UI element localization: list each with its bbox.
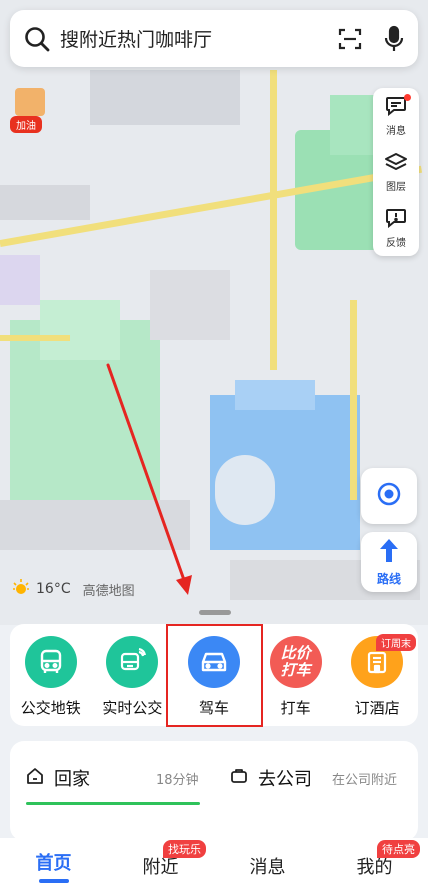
nav-me[interactable]: 待点亮 我的	[321, 838, 428, 893]
tool-label: 消息	[386, 125, 406, 137]
locate-icon	[376, 481, 402, 511]
tool-layers[interactable]: 图层	[373, 144, 419, 200]
quick-item-realtime-bus[interactable]: 实时公交	[92, 624, 174, 726]
commute-work[interactable]: 去公司 在公司附近	[230, 765, 410, 791]
compare-taxi-icon: 比价打车	[269, 636, 322, 688]
hotel-promo-tag: 订周末	[375, 634, 416, 651]
sun-icon	[12, 578, 30, 600]
tool-label: 反馈	[386, 237, 406, 249]
temperature: 16°C	[36, 581, 71, 597]
route-button[interactable]: 路线	[361, 532, 417, 592]
nav-nearby[interactable]: 找玩乐 附近	[107, 838, 214, 893]
nav-messages[interactable]: 消息	[214, 838, 321, 893]
search-bar[interactable]: 搜附近热门咖啡厅	[10, 10, 418, 67]
map-view[interactable]	[0, 0, 428, 625]
map-tools-panel: 消息 图层 反馈	[373, 88, 419, 256]
brand-logo: 高德地图	[82, 583, 135, 599]
commute-progress-bar	[26, 802, 200, 805]
weather-info: 16°C 高德地图	[12, 578, 135, 600]
layers-icon	[384, 152, 408, 176]
locate-button[interactable]	[361, 468, 417, 524]
search-input[interactable]: 搜附近热门咖啡厅	[60, 25, 338, 52]
quick-item-taxi[interactable]: 比价打车 打车	[255, 624, 337, 726]
highlight-box	[166, 624, 263, 727]
tool-message[interactable]: 消息	[373, 88, 419, 144]
unread-dot	[404, 94, 411, 101]
nav-home[interactable]: 首页	[0, 838, 107, 893]
quick-item-label: 实时公交	[102, 699, 163, 717]
bottom-nav: 首页 找玩乐 附近 消息 待点亮 我的	[0, 838, 428, 893]
scan-icon[interactable]	[338, 27, 362, 51]
quick-item-bus-metro[interactable]: 公交地铁	[10, 624, 92, 726]
commute-home-eta: 18分钟	[156, 772, 199, 788]
quick-item-hotel[interactable]: 订周末 订酒店	[336, 624, 418, 726]
nearby-tag: 找玩乐	[163, 840, 206, 858]
quick-item-label: 订酒店	[354, 699, 400, 717]
bus-icon	[24, 636, 77, 688]
commute-work-label: 去公司	[258, 769, 312, 790]
commute-work-hint: 在公司附近	[332, 772, 398, 788]
feedback-icon	[385, 208, 407, 232]
tool-label: 图层	[386, 181, 406, 193]
commute-card: 回家 18分钟 去公司 在公司附近	[10, 741, 418, 841]
route-arrow-icon	[378, 538, 400, 568]
active-indicator	[38, 878, 69, 883]
tool-feedback[interactable]: 反馈	[373, 200, 419, 256]
commute-home-label: 回家	[54, 769, 90, 790]
microphone-icon[interactable]	[384, 25, 404, 53]
quick-item-label: 公交地铁	[20, 699, 81, 717]
commute-home[interactable]: 回家 18分钟	[26, 765, 206, 791]
quick-item-label: 打车	[280, 699, 311, 717]
nav-label: 消息	[249, 856, 286, 878]
compare-taxi-icon-text: 比价打车	[280, 644, 311, 679]
nav-label: 首页	[35, 852, 72, 874]
realtime-bus-icon	[106, 636, 159, 688]
route-label: 路线	[376, 571, 401, 586]
home-icon	[26, 767, 44, 789]
drag-handle[interactable]	[199, 610, 231, 615]
briefcase-icon	[230, 767, 248, 789]
me-tag: 待点亮	[377, 840, 420, 858]
gas-station-badge[interactable]: 加油	[10, 116, 42, 133]
search-icon	[24, 26, 50, 52]
